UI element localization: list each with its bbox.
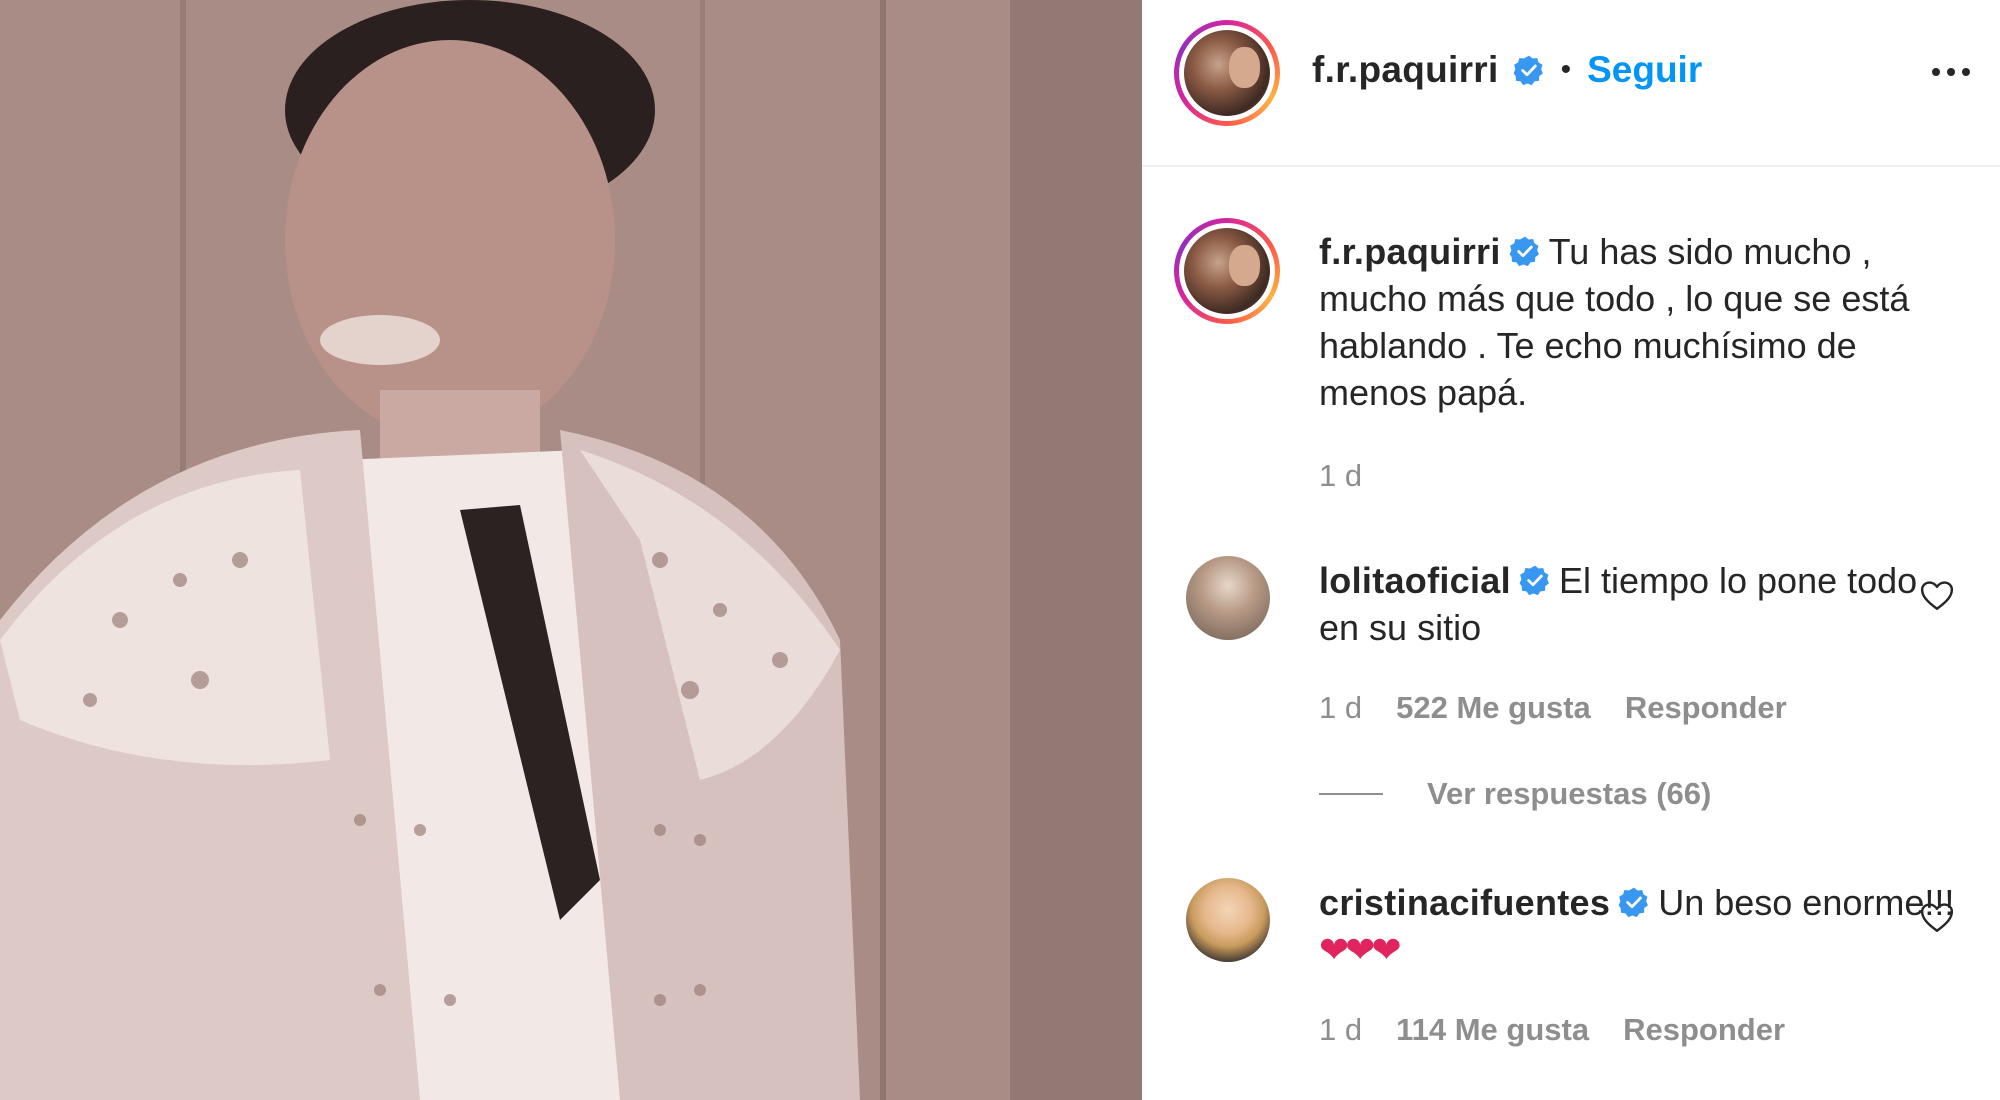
view-replies-label: Ver respuestas (66)	[1427, 776, 1712, 811]
author-row: f.r.paquirri • Seguir	[1312, 48, 1702, 92]
replies-divider	[1319, 793, 1383, 795]
post-header: f.r.paquirri • Seguir	[1142, 0, 2000, 167]
heart-outline-icon[interactable]	[1920, 902, 1954, 934]
comment-meta: 1 d 114 Me gusta Responder	[1319, 1012, 1785, 1048]
comment-username[interactable]: lolitaoficial	[1319, 560, 1511, 601]
follow-button[interactable]: Seguir	[1587, 49, 1702, 91]
post-caption: f.r.paquirri Tu has sido mucho , mucho m…	[1319, 228, 1959, 416]
verified-badge-icon	[1519, 566, 1549, 596]
comment-likes[interactable]: 522 Me gusta	[1396, 690, 1591, 726]
caption-username[interactable]: f.r.paquirri	[1319, 231, 1501, 272]
more-options-icon[interactable]	[1932, 62, 1980, 82]
commenter-avatar-cristinacifuentes[interactable]	[1186, 878, 1270, 962]
bullfighter-portrait-image	[0, 0, 1142, 1100]
comment-likes[interactable]: 114 Me gusta	[1396, 1012, 1589, 1048]
caption-meta: 1 d	[1319, 458, 1362, 494]
post-detail-panel: f.r.paquirri • Seguir f.r.paquirri Tu ha…	[1142, 0, 2000, 1100]
comment-meta: 1 d 522 Me gusta Responder	[1319, 690, 1787, 726]
comment-timestamp[interactable]: 1 d	[1319, 690, 1362, 726]
comment-username[interactable]: cristinacifuentes	[1319, 882, 1610, 923]
author-avatar-image	[1184, 30, 1270, 116]
reply-button[interactable]: Responder	[1623, 1012, 1785, 1048]
caption-timestamp[interactable]: 1 d	[1319, 458, 1362, 494]
view-replies-button[interactable]: Ver respuestas (66)	[1319, 776, 1711, 812]
verified-badge-icon	[1513, 55, 1543, 86]
comment-timestamp[interactable]: 1 d	[1319, 1012, 1362, 1048]
reply-button[interactable]: Responder	[1625, 690, 1787, 726]
author-username[interactable]: f.r.paquirri	[1312, 49, 1499, 91]
verified-badge-icon	[1509, 237, 1539, 267]
caption-avatar-image	[1184, 228, 1270, 314]
verified-badge-icon	[1618, 888, 1649, 918]
caption-author-avatar[interactable]	[1174, 218, 1280, 324]
comment-item: lolitaoficial El tiempo lo pone todo en …	[1319, 557, 1959, 651]
commenter-avatar-lolitaoficial[interactable]	[1186, 556, 1270, 640]
red-heart-emoji: ❤❤❤	[1319, 929, 1401, 970]
post-photo	[0, 0, 1142, 1100]
comment-body: Un beso enorme!!!	[1658, 882, 1955, 923]
heart-outline-icon[interactable]	[1920, 580, 1954, 612]
header-separator: •	[1560, 53, 1572, 86]
comment-item: cristinacifuentes Un beso enorme!!! ❤❤❤	[1319, 879, 1959, 973]
author-avatar[interactable]	[1174, 20, 1280, 126]
